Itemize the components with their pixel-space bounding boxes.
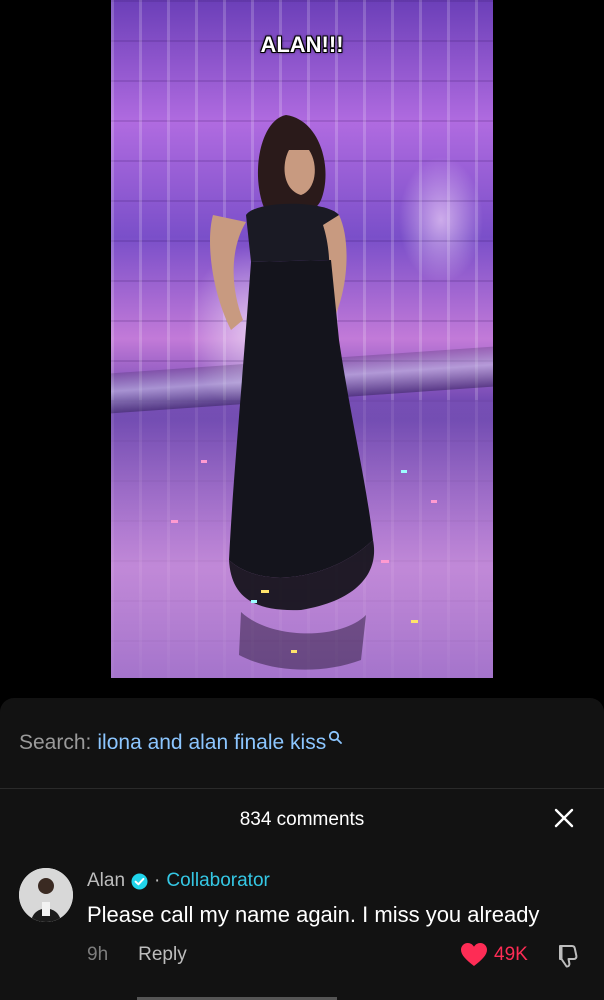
search-query-link[interactable]: ilona and alan finale kiss [97,731,326,755]
comment-author-row: Alan · Collaborator [87,870,270,892]
comment-item: Alan · Collaborator Please call my name … [0,850,604,1000]
view-replies-peek [87,990,387,1000]
search-icon [329,730,343,744]
comment-author[interactable]: Alan [87,870,125,892]
search-suggestion[interactable]: Search: ilona and alan finale kiss [0,698,604,789]
comment-text: Please call my name again. I miss you al… [87,902,540,927]
avatar[interactable] [19,868,73,922]
verified-badge-icon [131,873,148,889]
dislike-icon[interactable] [552,942,580,970]
comments-sheet: Search: ilona and alan finale kiss 834 c… [0,698,604,1000]
search-label: Search: [19,731,92,754]
heart-icon [461,943,487,966]
video-player[interactable]: ALAN!!! [0,0,604,700]
video-frame[interactable]: ALAN!!! [111,0,493,678]
like-button[interactable]: 49K [460,942,528,968]
performer-figure [171,115,437,670]
reply-button[interactable]: Reply [138,944,187,966]
like-count: 49K [494,944,528,965]
comment-meta: 9h Reply [87,944,187,966]
comment-timestamp: 9h [87,944,109,965]
collaborator-badge: Collaborator [166,870,270,891]
comment-count: 834 comments [239,809,365,830]
separator-dot: · [154,870,161,891]
video-caption: ALAN!!! [260,32,344,57]
comments-header: 834 comments [0,788,604,850]
close-icon[interactable] [552,806,576,830]
user-avatar-icon [19,868,73,922]
